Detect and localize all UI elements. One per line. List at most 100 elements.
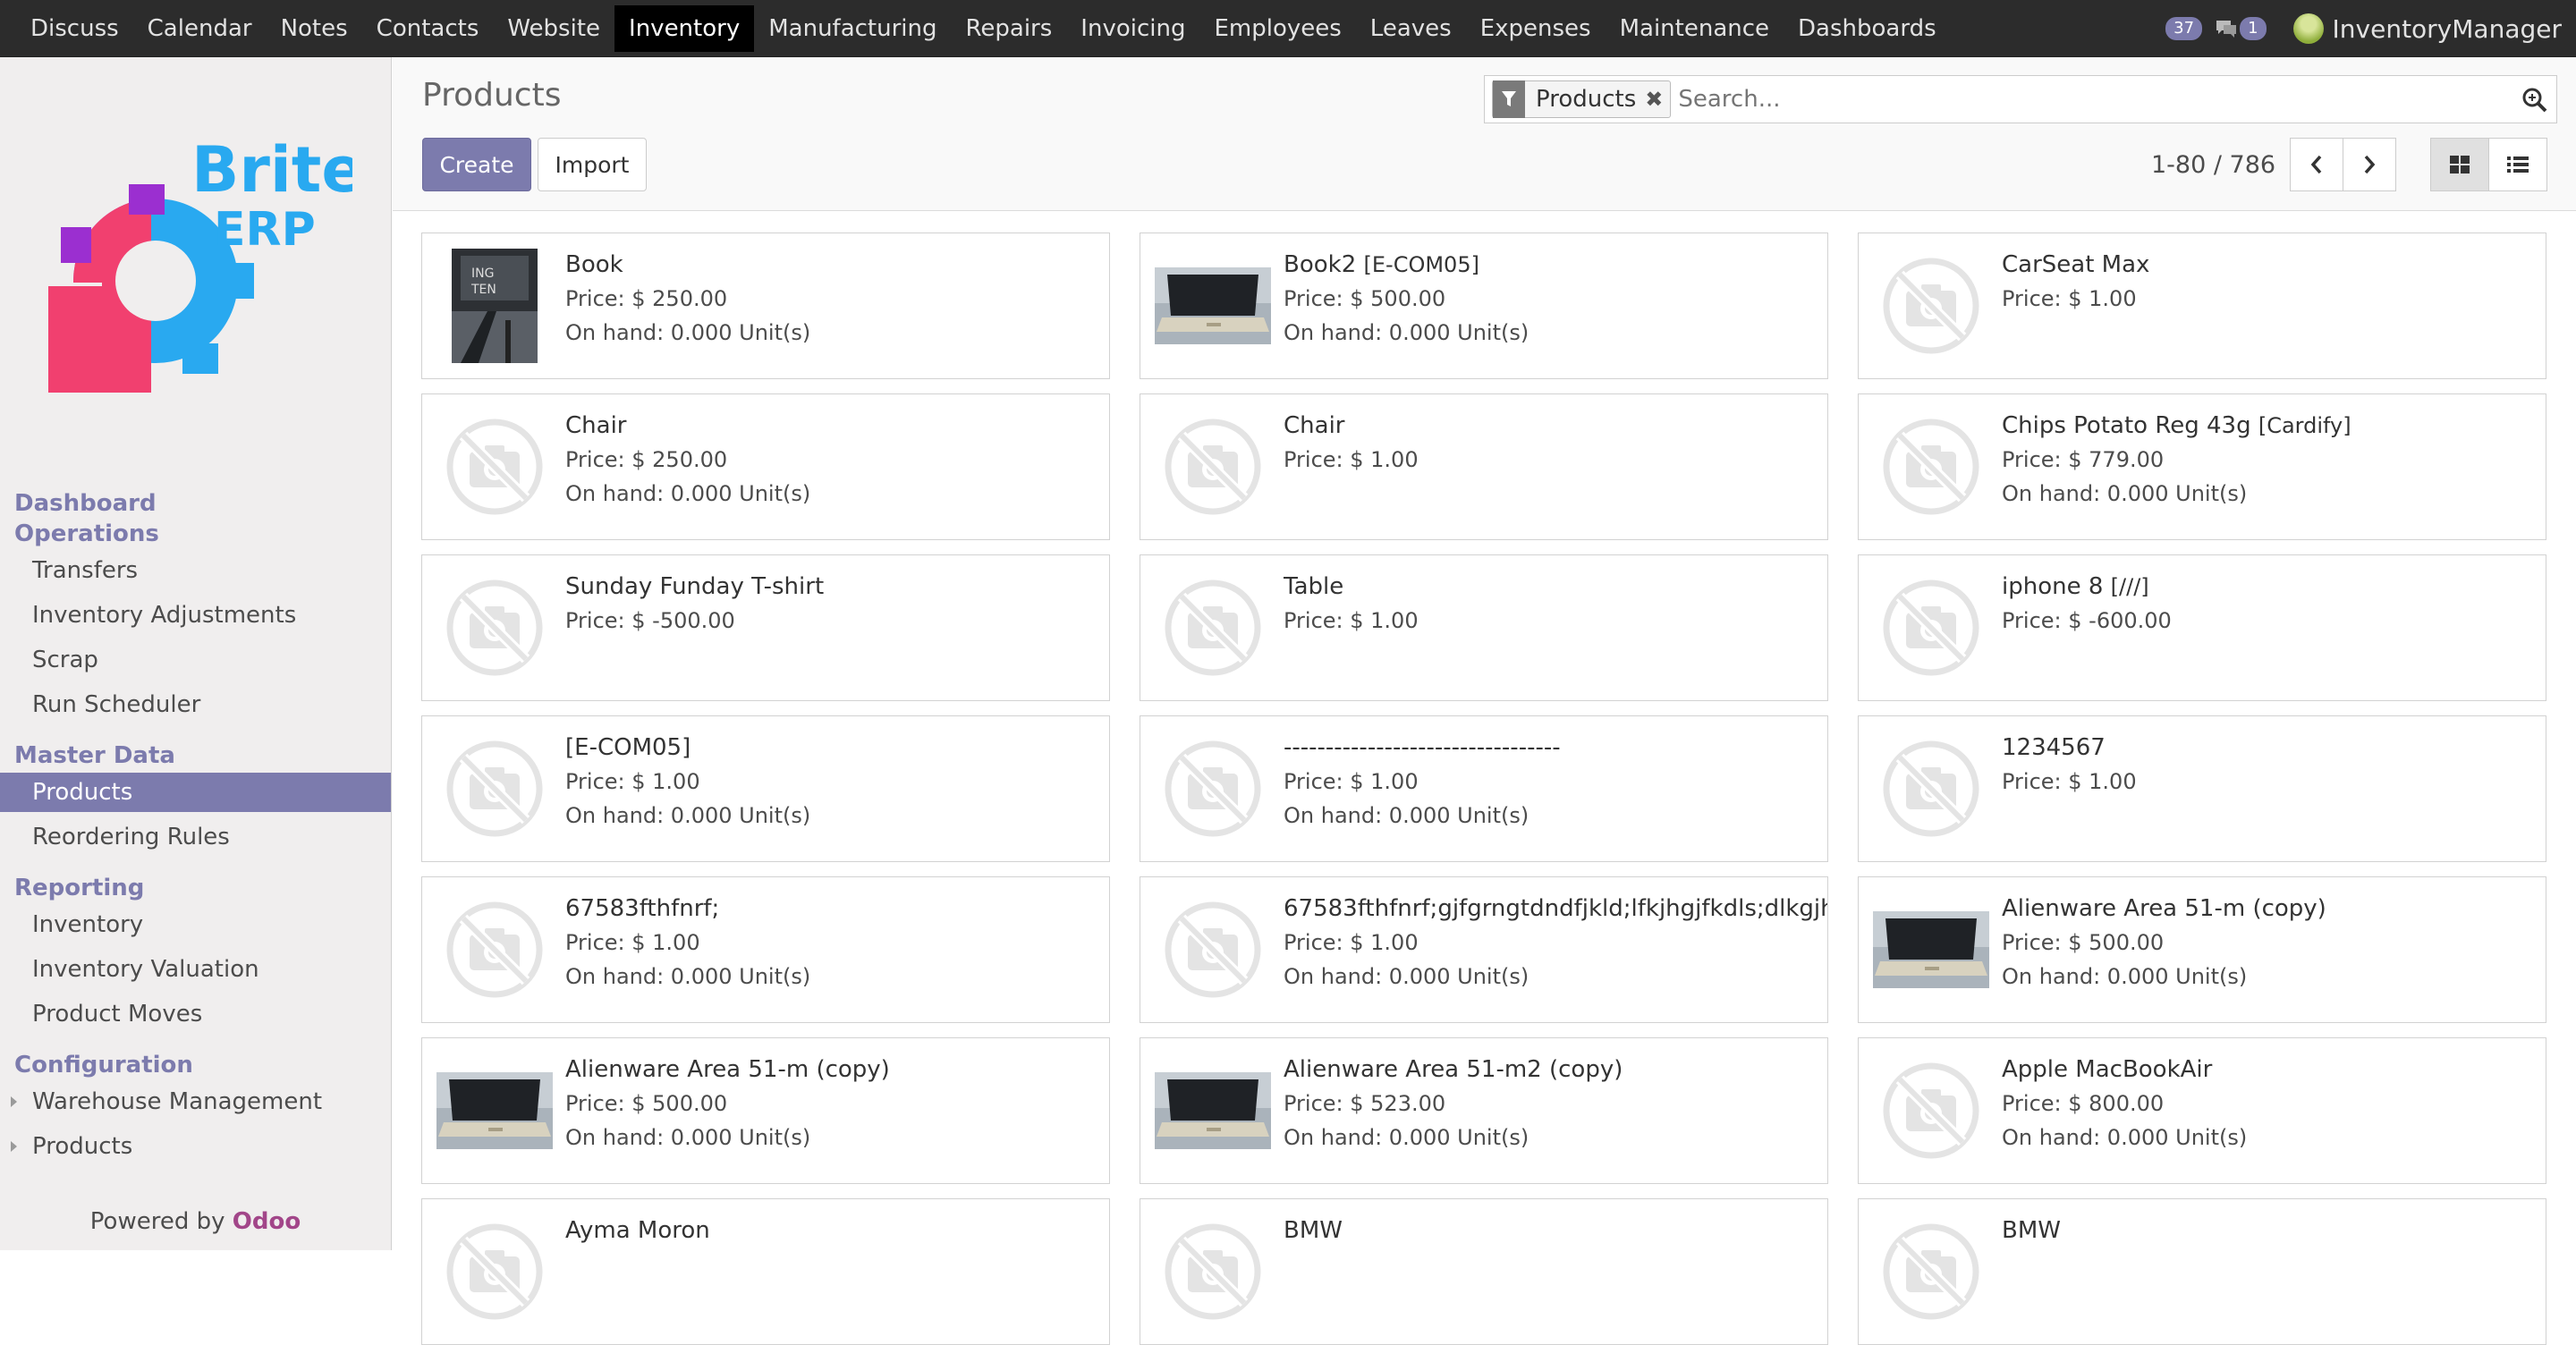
product-card-body: 1234567 Price: $ 1.00 <box>2002 731 2546 799</box>
product-card[interactable]: BMW <box>1858 1198 2546 1345</box>
sidebar-section-1[interactable]: Master Data <box>14 740 175 771</box>
product-name: BMW <box>1284 1214 1827 1248</box>
import-button[interactable]: Import <box>538 138 647 191</box>
product-card[interactable]: 67583fthfnrf;gjfgrngtdndfjkld;lfkjhgjfkd… <box>1140 876 1828 1023</box>
sidebar-item-label: Inventory Adjustments <box>32 602 297 629</box>
product-name: Table <box>1284 570 1827 604</box>
svg-text:ING: ING <box>471 266 494 281</box>
product-card[interactable]: Sunday Funday T-shirt Price: $ -500.00 <box>421 554 1110 701</box>
sidebar-item-label: Products <box>32 1133 133 1160</box>
product-card[interactable]: Alienware Area 51-m (copy) Price: $ 500.0… <box>1858 876 2546 1023</box>
menu-item-leaves[interactable]: Leaves <box>1356 5 1466 52</box>
product-name: BMW <box>2002 1214 2546 1248</box>
sidebar-item-label: Transfers <box>32 557 139 584</box>
product-card[interactable]: Ayma Moron <box>421 1198 1110 1345</box>
menu-item-notes[interactable]: Notes <box>267 5 362 52</box>
odoo-brand-link[interactable]: Odoo <box>233 1208 301 1235</box>
product-name: 67583fthfnrf; <box>565 892 1109 926</box>
caret-right-icon <box>11 1141 17 1152</box>
menu-item-calendar[interactable]: Calendar <box>133 5 267 52</box>
product-card[interactable]: Chair Price: $ 250.00 On hand: 0.000 Unit(… <box>421 393 1110 540</box>
product-price: Price: $ 500.00 <box>565 1091 728 1116</box>
product-card[interactable]: iphone 8 [///] Price: $ -600.00 <box>1858 554 2546 701</box>
menu-item-dashboards[interactable]: Dashboards <box>1784 5 1951 52</box>
menu-item-invoicing[interactable]: Invoicing <box>1066 5 1199 52</box>
search-icon[interactable] <box>2512 86 2556 113</box>
sidebar-item-product-moves[interactable]: Product Moves <box>0 994 391 1034</box>
menu-item-website[interactable]: Website <box>493 5 614 52</box>
list-view-button[interactable] <box>2488 138 2547 191</box>
chevron-left-icon <box>2310 155 2322 174</box>
product-price: Price: $ -600.00 <box>2002 608 2172 633</box>
search-input[interactable] <box>1671 86 2512 113</box>
powered-by[interactable]: Powered by Odoo <box>0 1193 391 1250</box>
sidebar-section-3[interactable]: Configuration <box>14 1050 193 1080</box>
user-menu[interactable]: InventoryManager <box>2292 13 2562 44</box>
product-card[interactable]: Alienware Area 51-m2 (copy) Price: $ 523.… <box>1140 1037 1828 1184</box>
create-button[interactable]: Create <box>422 138 531 191</box>
page-title: Products <box>422 77 562 114</box>
product-card[interactable]: Chair Price: $ 1.00 <box>1140 393 1828 540</box>
product-price: Price: $ 500.00 <box>2002 930 2165 955</box>
pager-value[interactable]: 1-80 / 786 <box>2151 151 2275 179</box>
sidebar-item-run-scheduler[interactable]: Run Scheduler <box>0 685 391 724</box>
product-card[interactable]: Apple MacBookAir Price: $ 800.00 On hand: … <box>1858 1037 2546 1184</box>
product-name-text: Ayma Moron <box>565 1217 710 1244</box>
no-image-camera-icon <box>436 409 553 525</box>
facet-label: Products <box>1536 86 1637 113</box>
product-card[interactable]: 67583fthfnrf; Price: $ 1.00 On hand: 0.000… <box>421 876 1110 1023</box>
facet-remove-icon[interactable]: ✖ <box>1645 87 1670 112</box>
sidebar-item-products[interactable]: Products <box>0 773 391 812</box>
activity-icon[interactable]: 37 <box>2165 17 2203 40</box>
sidebar-item-label: Inventory <box>32 911 144 938</box>
product-name: Apple MacBookAir <box>2002 1053 2546 1087</box>
menu-item-manufacturing[interactable]: Manufacturing <box>754 5 951 52</box>
sidebar-item-transfers[interactable]: Transfers <box>0 551 391 590</box>
sidebar-item-scrap[interactable]: Scrap <box>0 640 391 680</box>
sidebar-item-products[interactable]: Products <box>0 1127 391 1166</box>
product-name-text: --------------------------------- <box>1284 734 1561 761</box>
sidebar-item-inventory[interactable]: Inventory <box>0 905 391 944</box>
menu-item-repairs[interactable]: Repairs <box>952 5 1067 52</box>
product-card[interactable]: 1234567 Price: $ 1.00 <box>1858 715 2546 862</box>
menu-item-maintenance[interactable]: Maintenance <box>1606 5 1784 52</box>
product-name: Ayma Moron <box>565 1214 1109 1248</box>
sidebar-section-0[interactable]: Dashboard Operations <box>14 488 159 549</box>
no-image-camera-icon <box>1155 1214 1271 1330</box>
product-card[interactable]: --------------------------------- Price: … <box>1140 715 1828 862</box>
list-icon <box>2507 156 2529 173</box>
menu-item-discuss[interactable]: Discuss <box>16 5 133 52</box>
product-name-text: [E-COM05] <box>565 734 691 761</box>
product-on-hand: On hand: 0.000 Unit(s) <box>1284 803 1530 828</box>
product-image-book: ING TEN <box>436 248 553 364</box>
pager-next-button[interactable] <box>2343 138 2397 191</box>
sidebar-section-2[interactable]: Reporting <box>14 873 144 903</box>
pager: 1-80 / 786 <box>2151 138 2397 191</box>
menu-item-employees[interactable]: Employees <box>1199 5 1355 52</box>
product-card[interactable]: Book2 [E-COM05] Price: $ 500.00 On hand: 0… <box>1140 233 1828 379</box>
product-card[interactable]: CarSeat Max Price: $ 1.00 <box>1858 233 2546 379</box>
product-card[interactable]: ING TEN Book Price: $ 250.00 On hand: 0.000 … <box>421 233 1110 379</box>
sidebar-item-inventory-adjustments[interactable]: Inventory Adjustments <box>0 596 391 635</box>
product-on-hand: On hand: 0.000 Unit(s) <box>565 481 811 506</box>
product-card[interactable]: Alienware Area 51-m (copy) Price: $ 500.0… <box>421 1037 1110 1184</box>
product-card[interactable]: [E-COM05] Price: $ 1.00 On hand: 0.000 Uni… <box>421 715 1110 862</box>
kanban-view-button[interactable] <box>2430 138 2489 191</box>
messaging-icon[interactable]: 1 <box>2215 17 2267 40</box>
product-name: Book2 [E-COM05] <box>1284 248 1827 282</box>
product-card[interactable]: BMW <box>1140 1198 1828 1345</box>
product-price: Price: $ 523.00 <box>1284 1091 1446 1116</box>
sidebar-item-warehouse-management[interactable]: Warehouse Management <box>0 1082 391 1121</box>
sidebar-item-inventory-valuation[interactable]: Inventory Valuation <box>0 950 391 989</box>
menu-item-expenses[interactable]: Expenses <box>1466 5 1606 52</box>
product-card[interactable]: Chips Potato Reg 43g [Cardify] Price: $ 7… <box>1858 393 2546 540</box>
product-card[interactable]: Table Price: $ 1.00 <box>1140 554 1828 701</box>
product-card-body: Alienware Area 51-m2 (copy) Price: $ 523.… <box>1284 1053 1827 1155</box>
menu-item-contacts[interactable]: Contacts <box>362 5 494 52</box>
sidebar-item-reordering-rules[interactable]: Reordering Rules <box>0 817 391 857</box>
product-on-hand: On hand: 0.000 Unit(s) <box>565 803 811 828</box>
pager-previous-button[interactable] <box>2290 138 2344 191</box>
brite-erp-logo: Brite ERP <box>48 129 364 415</box>
product-name-text: BMW <box>2002 1217 2061 1244</box>
menu-item-inventory[interactable]: Inventory <box>614 4 755 52</box>
